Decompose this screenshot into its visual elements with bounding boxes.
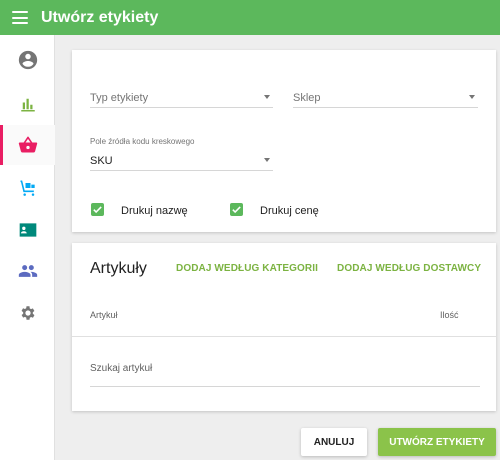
barcode-source-select[interactable]: SKU: [90, 147, 273, 171]
chevron-down-icon: [264, 158, 270, 162]
store-select[interactable]: Sklep: [293, 82, 478, 108]
barcode-source-label: Pole źródła kodu kreskowego: [90, 137, 195, 146]
barcode-source-value: SKU: [90, 155, 113, 167]
label-type-select[interactable]: Typ etykiety: [90, 82, 273, 108]
sidebar-item-settings[interactable]: [0, 293, 55, 333]
chevron-down-icon: [264, 95, 270, 99]
label-settings-card: Typ etykiety Sklep Pole źródła kodu kres…: [72, 50, 496, 232]
settings-icon: [21, 306, 34, 320]
label-type-placeholder: Typ etykiety: [90, 92, 149, 104]
column-header-item: Artykuł: [90, 310, 118, 320]
sidebar: [0, 35, 55, 460]
menu-icon[interactable]: [12, 11, 28, 24]
account-circle-icon: [18, 50, 37, 70]
sidebar-item-account[interactable]: [0, 40, 55, 80]
app-bar: Utwórz etykiety: [0, 0, 500, 35]
page-title: Utwórz etykiety: [41, 8, 159, 26]
sidebar-item-shop[interactable]: [0, 125, 55, 165]
print-name-checkbox[interactable]: [91, 203, 104, 216]
items-title: Artykuły: [90, 260, 147, 277]
contact-card-icon: [19, 223, 36, 237]
bar-chart-icon: [20, 98, 35, 112]
item-search-placeholder: Szukaj artykuł: [90, 363, 153, 374]
check-icon: [93, 206, 102, 214]
add-by-category-button[interactable]: DODAJ WEDŁUG KATEGORII: [176, 263, 318, 274]
check-icon: [232, 206, 241, 214]
items-card: Artykuły DODAJ WEDŁUG KATEGORII DODAJ WE…: [72, 243, 496, 411]
item-search-input[interactable]: Szukaj artykuł: [90, 359, 480, 387]
store-placeholder: Sklep: [293, 92, 321, 104]
chevron-down-icon: [469, 95, 475, 99]
sidebar-item-reports[interactable]: [0, 84, 55, 124]
print-price-label: Drukuj cenę: [260, 205, 319, 217]
sidebar-item-delivery[interactable]: [0, 168, 55, 208]
sidebar-item-employees[interactable]: [0, 251, 55, 291]
print-price-checkbox[interactable]: [230, 203, 243, 216]
cancel-button[interactable]: ANULUJ: [301, 428, 367, 456]
add-by-supplier-button[interactable]: DODAJ WEDŁUG DOSTAWCY: [337, 263, 481, 274]
print-name-label: Drukuj nazwę: [121, 205, 188, 217]
column-header-quantity: Ilość: [440, 310, 459, 320]
hand-truck-icon: [20, 180, 35, 196]
people-icon: [18, 265, 37, 277]
create-labels-button[interactable]: UTWÓRZ ETYKIETY: [378, 428, 496, 456]
divider: [72, 336, 496, 337]
shopping-basket-icon: [18, 136, 37, 153]
sidebar-item-customers[interactable]: [0, 210, 55, 250]
